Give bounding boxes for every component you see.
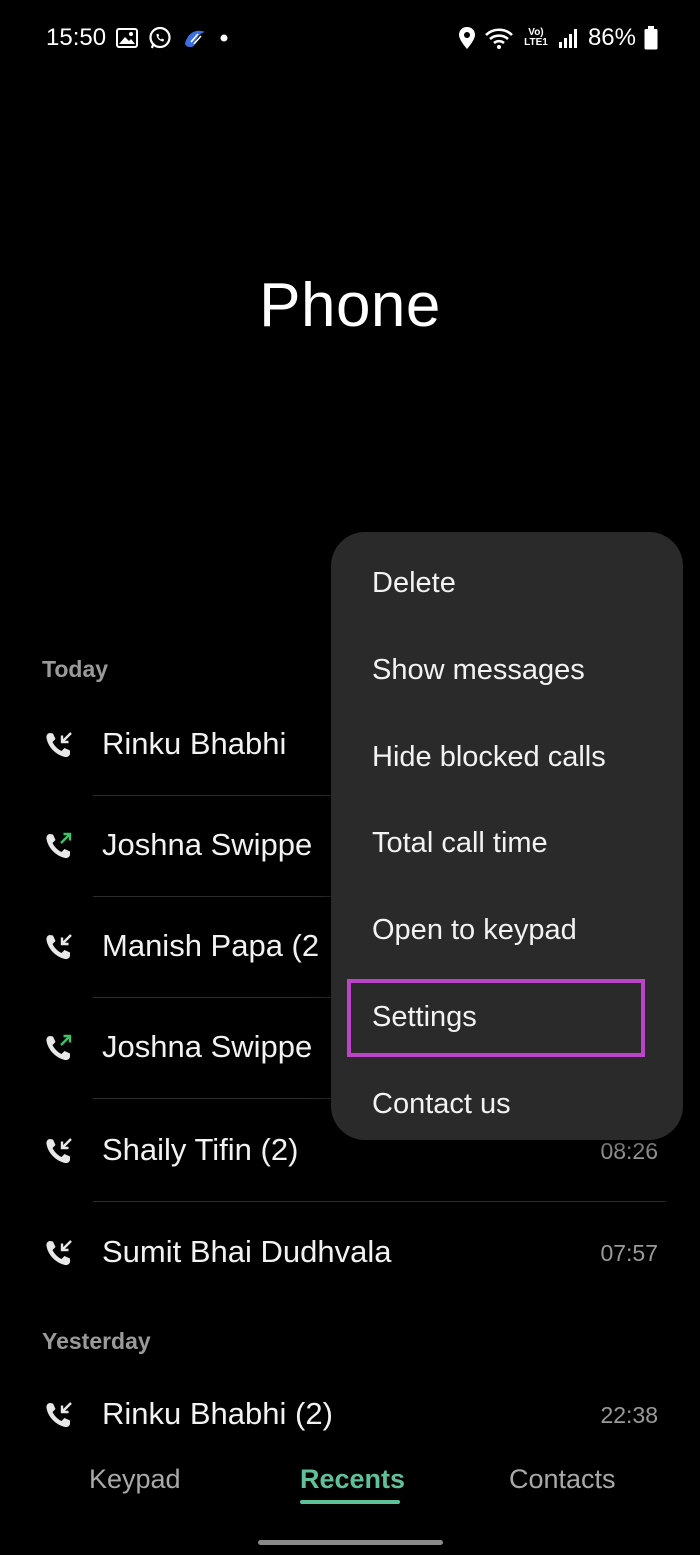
network-label: Vo) LTE1 [524,27,548,48]
menu-item-label: Contact us [372,1088,511,1120]
call-name: Rinku Bhabhi (2) [102,1396,333,1431]
call-row[interactable]: Rinku Bhabhi (2) 22:38 [0,1366,700,1436]
page-title: Phone [259,271,441,340]
overflow-menu: Delete Show messages Hide blocked calls … [331,532,683,1140]
incoming-call-icon [44,1238,74,1268]
call-time: 07:57 [600,1240,658,1266]
status-bar-left: 15:50 [46,24,230,52]
menu-item-hide-blocked-calls[interactable]: Hide blocked calls [331,716,683,802]
wifi-icon [484,26,514,50]
section-header-yesterday: Yesterday [42,1328,151,1354]
status-time: 15:50 [46,24,107,51]
battery-icon [644,26,658,50]
row-divider [93,1201,666,1202]
menu-item-delete[interactable]: Delete [331,542,683,628]
call-name: Rinku Bhabhi [102,726,287,761]
menu-item-total-call-time[interactable]: Total call time [331,802,683,888]
outgoing-call-icon [44,831,74,861]
battery-percent: 86% [587,24,636,51]
call-name: Manish Papa (2 [102,928,320,963]
section-header-today: Today [42,656,109,682]
menu-item-label: Settings [372,1001,477,1033]
gallery-icon [116,28,139,48]
app-icon [182,27,208,49]
call-name: Joshna Swippe [102,827,313,862]
tab-contacts[interactable]: Contacts [509,1464,616,1495]
location-icon [458,26,476,50]
menu-item-contact-us[interactable]: Contact us [331,1063,683,1149]
menu-item-label: Delete [372,567,456,599]
call-row[interactable]: Sumit Bhai Dudhvala 07:57 [0,1204,700,1304]
home-indicator[interactable] [258,1540,443,1545]
status-bar: 15:50 Vo) LTE1 86% [0,0,700,80]
incoming-call-icon [44,932,74,962]
incoming-call-icon [44,1400,74,1430]
signal-icon [558,27,580,49]
menu-item-open-to-keypad[interactable]: Open to keypad [331,889,683,975]
tab-recents[interactable]: Recents [300,1464,405,1495]
call-name: Sumit Bhai Dudhvala [102,1234,392,1269]
menu-item-label: Open to keypad [372,914,577,946]
menu-item-label: Hide blocked calls [372,741,606,773]
outgoing-call-icon [44,1033,74,1063]
call-time: 22:38 [600,1402,658,1428]
call-name: Shaily Tifin (2) [102,1132,299,1167]
tab-keypad[interactable]: Keypad [89,1464,181,1495]
menu-item-settings[interactable]: Settings [331,976,683,1062]
call-name: Joshna Swippe [102,1029,313,1064]
bottom-tab-bar: Keypad Recents Contacts [0,1440,700,1520]
status-bar-right: Vo) LTE1 86% [458,24,658,52]
dot-icon [218,32,230,44]
menu-item-show-messages[interactable]: Show messages [331,629,683,715]
active-tab-indicator [300,1500,400,1504]
incoming-call-icon [44,1136,74,1166]
menu-item-label: Total call time [372,827,548,859]
incoming-call-icon [44,730,74,760]
whatsapp-icon [148,26,172,50]
menu-item-label: Show messages [372,654,585,686]
